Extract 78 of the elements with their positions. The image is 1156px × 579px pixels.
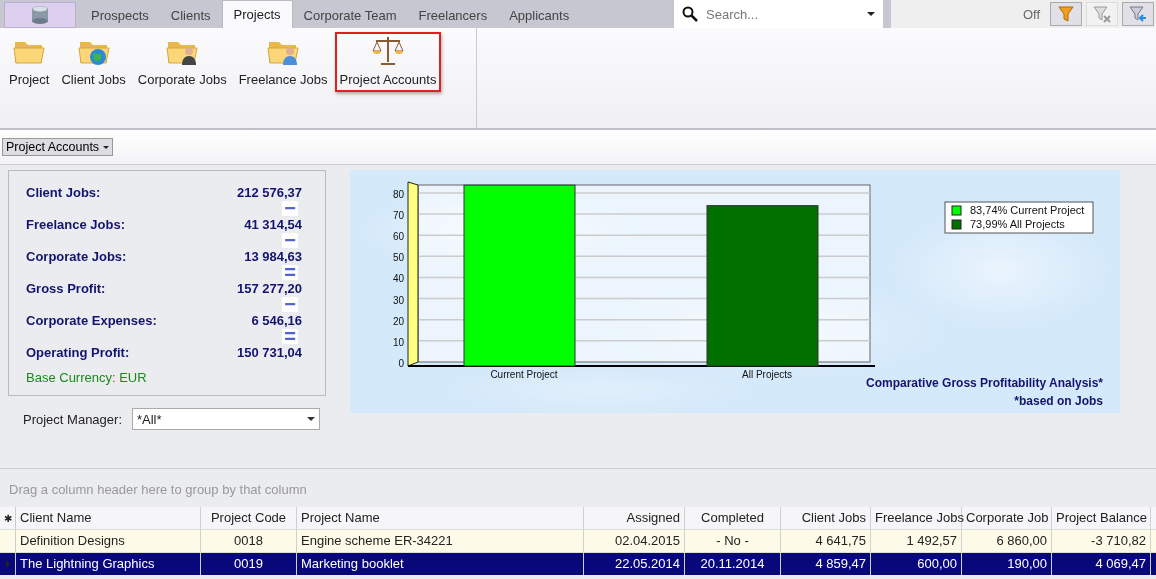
table-cell: 4 069,47: [1052, 553, 1151, 575]
summary-label: Operating Profit:: [26, 345, 130, 360]
summary-label: Corporate Jobs:: [26, 249, 127, 264]
summary-value: 13 984,63: [244, 249, 302, 264]
operator-sign: =: [282, 329, 298, 344]
y-tick-label: 80: [392, 188, 404, 200]
summary-label: Freelance Jobs:: [26, 217, 125, 232]
y-tick-label: 40: [392, 273, 404, 285]
table-cell: The Lightning Graphics: [16, 553, 201, 575]
y-tick-label: 60: [392, 231, 404, 243]
category-label: All Projects: [742, 369, 792, 380]
table-cell: Marketing booklet: [297, 553, 584, 575]
base-currency: Base Currency: EUR: [26, 370, 148, 385]
tab[interactable]: Projects: [221, 0, 293, 28]
tab[interactable]: Clients: [159, 2, 222, 28]
table-cell: 600,00: [871, 553, 962, 575]
y-tick-label: 50: [392, 252, 404, 264]
table-row[interactable]: Definition Designs 0018 Engine scheme ER-34221 02.04.2015 - No - 4 641,75 1 492,57 6 860,00 -3 710,82: [0, 529, 1156, 552]
view-selector[interactable]: Project Accounts: [2, 138, 114, 156]
ribbon-button[interactable]: Freelance Jobs: [233, 32, 333, 92]
y-tick-label: 20: [392, 315, 404, 327]
summary-label: Gross Profit:: [26, 281, 106, 296]
y-tick-label: 30: [392, 294, 404, 306]
chart-footnote: *based on Jobs: [1014, 394, 1103, 408]
current-row-icon: [5, 560, 10, 568]
summary-value: 150 731,04: [236, 345, 302, 360]
y-tick-label: 0: [398, 358, 404, 369]
table-row[interactable]: The Lightning Graphics 0019 Marketing booklet 22.05.2014 20.11.2014 4 859,47 600,00 190,00 4 069,47: [0, 552, 1156, 575]
project-manager-dropdown[interactable]: *All*: [132, 408, 320, 430]
ribbon-button[interactable]: Project Accounts: [334, 32, 442, 92]
ribbon-button[interactable]: Client Jobs: [56, 32, 131, 92]
legend-label: 73,99% All Projects: [970, 218, 1065, 230]
table-cell: 190,00: [962, 553, 1052, 575]
operator-sign: −: [282, 297, 298, 312]
table-cell: 4 859,47: [781, 553, 871, 575]
operator-sign: =: [282, 265, 298, 280]
dropdown-arrow-icon: [867, 12, 875, 16]
category-label: Current Project: [490, 369, 558, 380]
summary-label: Corporate Expenses:: [26, 313, 157, 328]
funnel-arrow-icon: [1129, 5, 1147, 23]
summary-value: 212 576,37: [236, 185, 302, 200]
table-cell: 22.05.2014: [584, 553, 685, 575]
tab[interactable]: Corporate Team: [292, 2, 408, 28]
scales-icon: [370, 36, 405, 66]
legend-label: 83,74% Current Project: [970, 204, 1085, 216]
group-hint: Drag a column header here to group by that column: [8, 481, 308, 499]
dropdown-arrow-icon: [103, 145, 110, 149]
legend-swatch: [951, 219, 962, 230]
ribbon-button[interactable]: Corporate Jobs: [132, 32, 232, 92]
summary-value: 41 314,54: [244, 217, 302, 232]
summary-label: Client Jobs:: [26, 185, 101, 200]
clear-filter-button[interactable]: [1086, 2, 1118, 26]
table-cell: 20.11.2014: [685, 553, 781, 575]
filter-arrow-button[interactable]: [1122, 2, 1154, 26]
funnel-icon: [1058, 5, 1074, 23]
operator-sign: −: [282, 233, 298, 248]
database-icon: [31, 5, 49, 25]
summary-value: 157 277,20: [236, 281, 302, 296]
y-tick-label: 70: [392, 210, 404, 222]
search-field[interactable]: Search...: [674, 0, 883, 28]
filter-button[interactable]: [1050, 2, 1082, 26]
funnel-cross-icon: [1093, 5, 1111, 23]
table-cell: 0019: [201, 553, 297, 575]
y-tick-label: 10: [392, 336, 404, 348]
dropdown-arrow-icon: [307, 417, 315, 421]
legend-swatch: [951, 205, 962, 216]
search-icon: [682, 6, 698, 22]
search-input[interactable]: Search...: [704, 5, 861, 23]
summary-value: 6 546,16: [251, 313, 302, 328]
tab[interactable]: Freelancers: [407, 2, 499, 28]
tab[interactable]: Prospects: [80, 2, 160, 28]
chart-title: Comparative Gross Profitability Analysis*: [866, 376, 1103, 390]
tab[interactable]: Applicants: [498, 2, 581, 28]
operator-sign: −: [282, 201, 298, 216]
project-manager-label: Project Manager:: [23, 411, 122, 427]
ribbon-button[interactable]: Project: [4, 32, 55, 92]
filter-status: Off: [1022, 6, 1040, 22]
app-menu-button[interactable]: [4, 2, 76, 28]
